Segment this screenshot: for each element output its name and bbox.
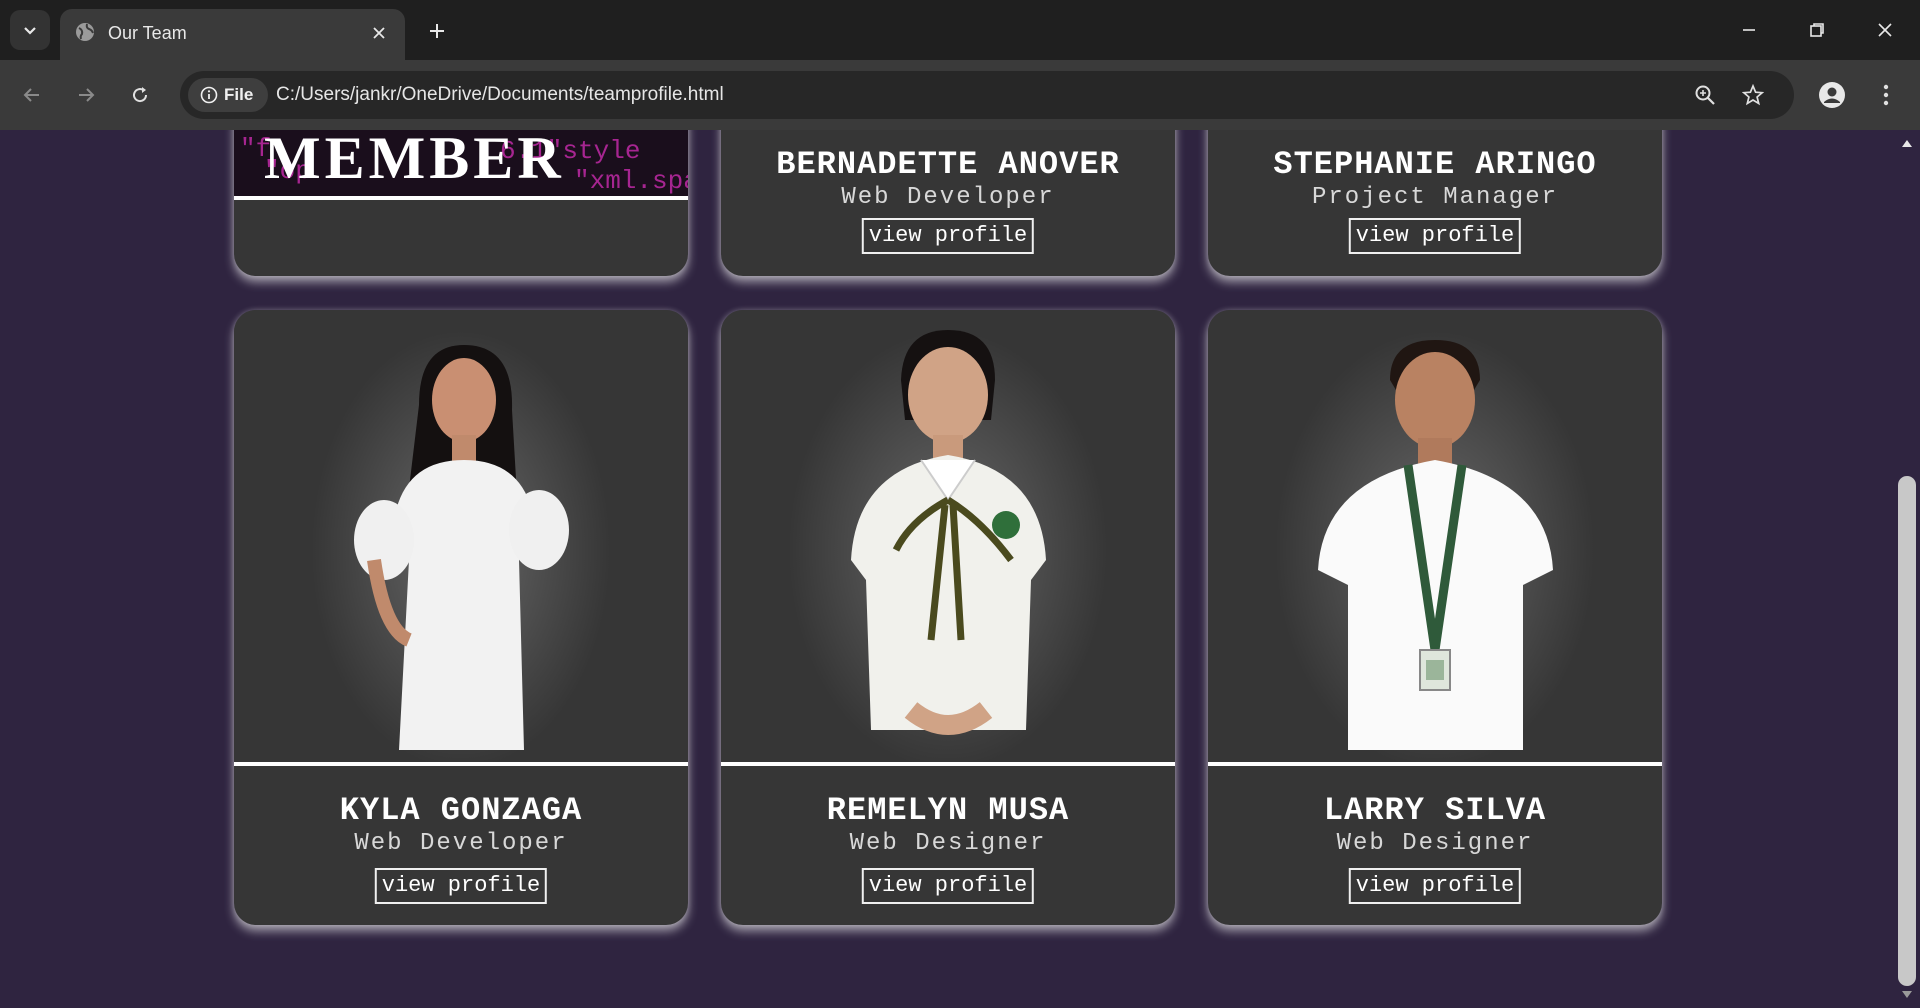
member-card: STEPHANIE ARINGO Project Manager view pr… — [1208, 130, 1662, 276]
member-photo — [721, 310, 1175, 766]
page-viewport: 6.1"style "op "xml.spa "f MEMBER BERNADE… — [0, 130, 1894, 1008]
back-button[interactable] — [14, 77, 50, 113]
url-text[interactable]: C:/Users/jankr/OneDrive/Documents/teampr… — [276, 84, 724, 106]
reload-button[interactable] — [122, 77, 158, 113]
scroll-down-arrow-icon[interactable] — [1900, 988, 1914, 1002]
zoom-icon[interactable] — [1690, 80, 1720, 110]
reload-icon — [133, 87, 148, 103]
member-role: Web Developer — [841, 184, 1055, 211]
member-name: REMELYN MUSA — [826, 792, 1070, 829]
banner-title: MEMBER — [264, 130, 565, 191]
member-photo — [234, 310, 688, 766]
forward-button[interactable] — [68, 77, 104, 113]
member-name: STEPHANIE ARINGO — [1273, 146, 1597, 183]
active-tab[interactable]: Our Team — [60, 9, 405, 60]
view-profile-button[interactable]: view profile — [1348, 218, 1522, 254]
tab-search-button[interactable] — [10, 10, 50, 50]
browser-menu-button[interactable] — [1868, 77, 1904, 113]
tab-title: Our Team — [108, 23, 187, 43]
info-icon — [200, 86, 218, 104]
member-role: Web Developer — [354, 830, 568, 857]
member-photo — [1208, 310, 1662, 766]
globe-icon — [74, 21, 96, 48]
member-role: Web Designer — [849, 830, 1047, 857]
address-bar[interactable]: File C:/Users/jankr/OneDrive/Documents/t… — [180, 71, 1794, 119]
view-profile-button[interactable]: view profile — [374, 868, 548, 904]
minimize-button[interactable] — [1724, 10, 1774, 50]
member-card: REMELYN MUSA Web Designer view profile — [721, 310, 1175, 925]
view-profile-button[interactable]: view profile — [861, 218, 1035, 254]
member-banner: 6.1"style "op "xml.spa "f MEMBER — [234, 130, 688, 200]
minimize-icon — [1743, 29, 1755, 31]
member-card: BERNADETTE ANOVER Web Developer view pro… — [721, 130, 1175, 276]
view-profile-button[interactable]: view profile — [1348, 868, 1522, 904]
file-chip-label: File — [224, 85, 254, 104]
member-name: BERNADETTE ANOVER — [776, 146, 1120, 183]
scrollbar-thumb[interactable] — [1898, 476, 1916, 986]
member-role: Web Designer — [1336, 830, 1534, 857]
member-role: Project Manager — [1311, 184, 1559, 211]
avatar-icon — [1819, 82, 1845, 108]
tab-close-icon[interactable] — [367, 21, 391, 45]
kebab-menu-icon — [1883, 84, 1889, 106]
close-icon — [1878, 23, 1892, 37]
member-name: LARRY SILVA — [1323, 792, 1547, 829]
new-tab-button[interactable] — [422, 16, 452, 46]
restore-icon — [1810, 23, 1824, 37]
close-window-button[interactable] — [1860, 10, 1910, 50]
restore-button[interactable] — [1792, 10, 1842, 50]
browser-tabstrip: Our Team — [0, 0, 1920, 60]
bookmark-star-icon[interactable] — [1738, 80, 1768, 110]
member-card: KYLA GONZAGA Web Developer view profile — [234, 310, 688, 925]
arrow-left-icon — [23, 88, 39, 102]
site-info-chip[interactable]: File — [188, 78, 268, 112]
view-profile-button[interactable]: view profile — [861, 868, 1035, 904]
browser-toolbar: File C:/Users/jankr/OneDrive/Documents/t… — [0, 60, 1920, 130]
member-card: LARRY SILVA Web Designer view profile — [1208, 310, 1662, 925]
page-scrollbar[interactable] — [1894, 130, 1920, 1008]
scroll-up-arrow-icon[interactable] — [1900, 136, 1914, 150]
profile-button[interactable] — [1814, 77, 1850, 113]
plus-icon — [430, 24, 444, 38]
arrow-right-icon — [79, 88, 95, 102]
member-banner-card: 6.1"style "op "xml.spa "f MEMBER — [234, 130, 688, 276]
chevron-down-icon — [24, 27, 36, 35]
member-name: KYLA GONZAGA — [339, 792, 583, 829]
banner-code-fragment: "xml.spa — [574, 166, 688, 196]
